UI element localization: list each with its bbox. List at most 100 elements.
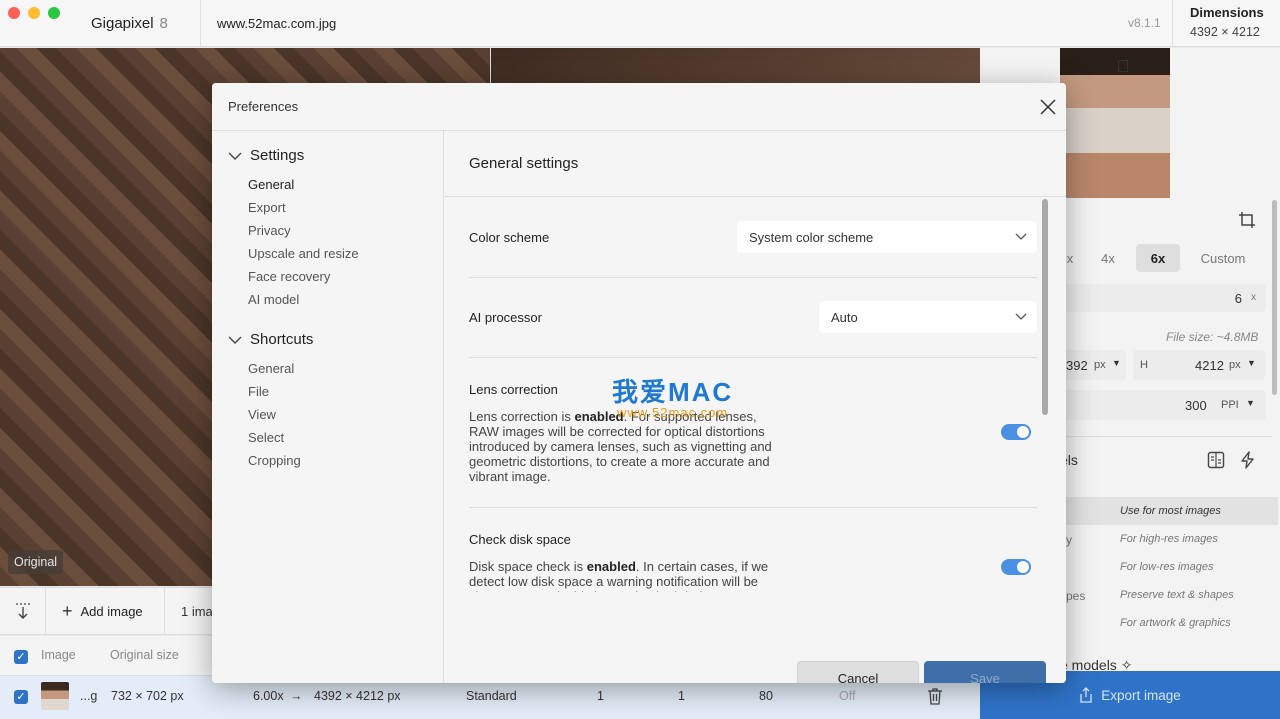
select-all-checkbox[interactable]: ✓ <box>14 650 28 664</box>
divider <box>1172 0 1173 47</box>
nav-group-settings[interactable]: Settings <box>228 147 304 164</box>
divider <box>164 587 165 635</box>
app-version-badge: 8 <box>159 15 168 32</box>
row-output-size: 4392 × 4212 px <box>314 689 401 703</box>
nav-item-shortcuts-cropping[interactable]: Cropping <box>248 453 301 468</box>
add-image-button[interactable]: + Add image <box>62 601 143 622</box>
model-row-art-cg[interactable]: For artwork & graphics <box>1060 609 1278 637</box>
settings-scroll-area[interactable]: Color scheme System color scheme AI proc… <box>445 197 1066 592</box>
row-checkbox[interactable]: ✓ <box>14 690 28 704</box>
model-row-low-resolution[interactable]: For low-res images <box>1060 553 1278 581</box>
row-model: Standard <box>466 689 517 703</box>
watermark-main: 我爱MAC <box>612 377 734 407</box>
chevron-down-icon <box>1015 233 1027 240</box>
lightning-icon[interactable] <box>1240 451 1256 469</box>
model-description: For high-res images <box>1120 533 1218 545</box>
model-row-standard[interactable]: Use for most images <box>1060 497 1278 525</box>
nav-item-export[interactable]: Export <box>248 200 286 215</box>
preferences-nav: Settings General Export Privacy Upscale … <box>212 131 444 683</box>
check-disk-space-toggle[interactable] <box>1001 559 1031 575</box>
row-value-3: 80 <box>759 689 773 703</box>
scale-input[interactable]: 6 x <box>1060 284 1266 312</box>
nav-item-upscale-resize[interactable]: Upscale and resize <box>248 246 359 261</box>
original-label: Original <box>8 550 64 574</box>
settings-scrollbar[interactable] <box>1042 199 1048 415</box>
scale-option-4x[interactable]: 4x <box>1080 244 1136 272</box>
chevron-down-icon <box>1015 313 1027 320</box>
scale-option-6x[interactable]: 6x <box>1136 244 1180 272</box>
zoom-window-button[interactable] <box>48 7 60 19</box>
check-disk-space-label: Check disk space <box>469 532 571 547</box>
chevron-down-icon <box>228 152 242 160</box>
share-icon <box>1080 687 1092 703</box>
resolution-input[interactable]: 300 PPI ▼ <box>1060 390 1266 420</box>
scale-option-custom[interactable]: Custom <box>1180 244 1266 272</box>
resolution-unit: PPI <box>1221 399 1239 411</box>
width-input[interactable]: 392 px ▼ <box>1060 350 1126 380</box>
preferences-content: General settings Color scheme System col… <box>445 131 1066 683</box>
model-description: Use for most images <box>1120 505 1221 517</box>
chevron-down-icon: ▼ <box>1247 358 1256 368</box>
nav-item-privacy[interactable]: Privacy <box>248 223 291 238</box>
chevron-down-icon <box>228 336 242 344</box>
close-window-button[interactable] <box>8 7 20 19</box>
nav-item-general[interactable]: General <box>248 177 294 192</box>
scale-value: 6 <box>1234 291 1242 306</box>
navigator-thumbnail[interactable] <box>1060 48 1170 198</box>
row-thumbnail <box>41 682 69 710</box>
nav-item-face-recovery[interactable]: Face recovery <box>248 269 330 284</box>
crop-icon[interactable] <box>1238 211 1256 229</box>
chevron-down-icon: ▼ <box>1246 398 1255 408</box>
row-value-1: 1 <box>597 689 604 703</box>
nav-group-shortcuts[interactable]: Shortcuts <box>228 331 313 348</box>
height-value: 4212 <box>1195 358 1224 373</box>
lens-correction-description: Lens correction is enabled. For supporte… <box>469 409 772 484</box>
divider <box>45 587 46 635</box>
dimensions-label: Dimensions <box>1190 5 1264 20</box>
model-row-text-shapes[interactable]: pes Preserve text & shapes <box>1060 581 1278 609</box>
scale-selector: x 4x 6x Custom <box>1060 244 1266 272</box>
column-header-original-size[interactable]: Original size <box>110 648 179 662</box>
nav-item-shortcuts-general[interactable]: General <box>248 361 294 376</box>
divider <box>469 277 1037 278</box>
file-name: www.52mac.com.jpg <box>217 16 337 31</box>
nav-item-ai-model[interactable]: AI model <box>248 292 299 307</box>
close-icon[interactable] <box>1038 97 1058 117</box>
width-unit: px <box>1094 359 1106 371</box>
model-description: For low-res images <box>1120 561 1214 573</box>
dimensions-value: 4392 × 4212 <box>1190 25 1260 39</box>
color-scheme-select[interactable]: System color scheme <box>737 221 1037 253</box>
height-input[interactable]: H 4212 px ▼ <box>1133 350 1265 380</box>
divider <box>469 357 1037 358</box>
scale-unit: x <box>1251 292 1256 303</box>
app-name: Gigapixel 8 <box>91 15 168 32</box>
ai-processor-select[interactable]: Auto <box>819 301 1037 333</box>
title-bar: Gigapixel 8 www.52mac.com.jpg v8.1.1 Dime… <box>0 0 1280 47</box>
nav-item-shortcuts-file[interactable]: File <box>248 384 269 399</box>
plus-icon: + <box>62 601 73 621</box>
navigator-viewport[interactable] <box>1118 60 1128 72</box>
dialog-title: Preferences <box>228 99 299 114</box>
row-original-size: 732 × 702 px <box>111 689 184 703</box>
model-row-high-fidelity[interactable]: y For high-res images <box>1060 525 1278 553</box>
save-button[interactable]: Save <box>924 661 1046 683</box>
divider <box>469 507 1037 508</box>
row-state: Off <box>839 689 856 703</box>
height-label: H <box>1140 359 1148 371</box>
cancel-button[interactable]: Cancel <box>797 661 919 683</box>
version-label: v8.1.1 <box>1128 16 1161 30</box>
nav-item-shortcuts-select[interactable]: Select <box>248 430 284 445</box>
watermark-url: www.52mac.com <box>616 405 729 420</box>
width-value: 392 <box>1066 358 1088 373</box>
resolution-value: 300 <box>1185 398 1207 413</box>
compare-models-icon[interactable] <box>1207 451 1225 469</box>
lens-correction-toggle[interactable] <box>1001 424 1031 440</box>
trash-icon[interactable] <box>927 687 943 705</box>
lens-correction-label: Lens correction <box>469 382 558 397</box>
collapse-list-icon[interactable] <box>13 601 33 621</box>
column-header-image[interactable]: Image <box>41 648 76 662</box>
model-description: Preserve text & shapes <box>1120 589 1234 601</box>
right-panel-scrollbar[interactable] <box>1272 200 1277 395</box>
nav-item-shortcuts-view[interactable]: View <box>248 407 276 422</box>
minimize-window-button[interactable] <box>28 7 40 19</box>
